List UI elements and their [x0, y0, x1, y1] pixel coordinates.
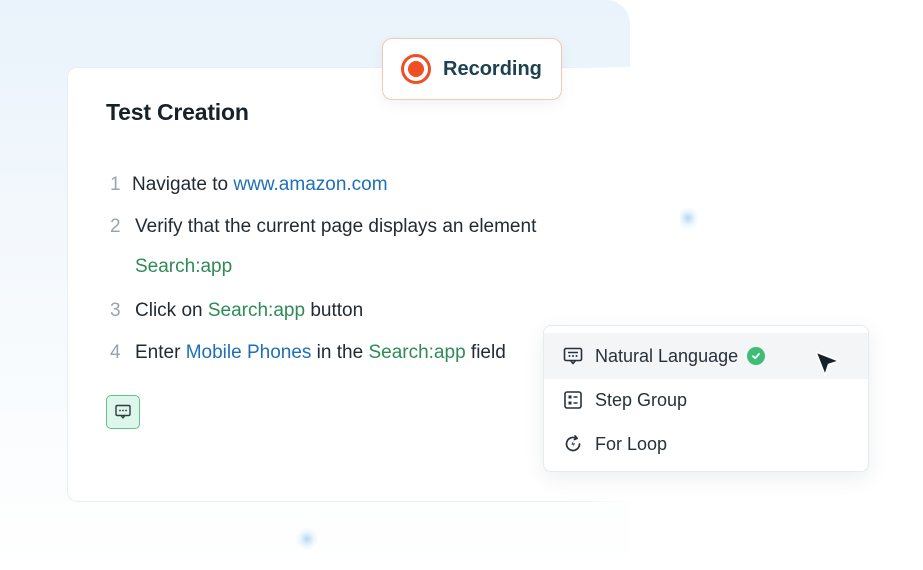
step-row[interactable]: 2 Verify that the current page displays a…: [110, 216, 536, 238]
element-reference[interactable]: Search:app: [368, 342, 465, 363]
menu-item-label: Natural Language: [595, 345, 739, 366]
recording-badge[interactable]: Recording: [382, 38, 562, 100]
step-continuation: Search:app: [135, 256, 232, 278]
step-text: Navigate to: [132, 174, 234, 195]
step-row[interactable]: 1 Navigate to www.amazon.com: [110, 174, 388, 196]
message-add-icon: [115, 404, 131, 419]
loop-icon: [563, 434, 583, 454]
recording-label: Recording: [443, 57, 542, 80]
step-text: Click on: [135, 300, 208, 321]
step-text: button: [305, 300, 364, 321]
test-data-value[interactable]: Mobile Phones: [186, 342, 312, 363]
stage: Test Creation 1 Navigate to www.amazon.co…: [0, 0, 923, 570]
card-title: Test Creation: [106, 99, 249, 125]
url-link[interactable]: www.amazon.com: [233, 174, 387, 195]
step-text: field: [465, 342, 506, 363]
add-step-button[interactable]: [106, 395, 140, 429]
menu-item-label: Step Group: [595, 389, 688, 410]
step-type-menu: Natural Language Step Group For Loop: [543, 325, 869, 472]
check-circle-icon: [747, 347, 766, 365]
mouse-cursor-icon: [815, 351, 840, 376]
element-reference[interactable]: Search:app: [208, 300, 305, 321]
record-icon: [401, 54, 431, 84]
element-reference[interactable]: Search:app: [135, 256, 232, 277]
step-row[interactable]: 3 Click on Search:app button: [110, 300, 363, 322]
step-row[interactable]: 4 Enter Mobile Phones in the Search:app f…: [110, 342, 506, 364]
menu-item-step-group[interactable]: Step Group: [544, 377, 868, 423]
menu-item-for-loop[interactable]: For Loop: [544, 421, 868, 467]
message-add-icon: [563, 346, 583, 366]
step-text: Verify that the current page displays an…: [135, 216, 537, 237]
step-number: 1: [110, 174, 121, 195]
step-text: in the: [311, 342, 369, 363]
step-number: 4: [110, 342, 121, 363]
step-number: 2: [110, 216, 121, 237]
list-group-icon: [563, 390, 583, 410]
menu-item-label: For Loop: [595, 433, 668, 454]
step-text: Enter: [135, 342, 186, 363]
step-number: 3: [110, 300, 121, 321]
